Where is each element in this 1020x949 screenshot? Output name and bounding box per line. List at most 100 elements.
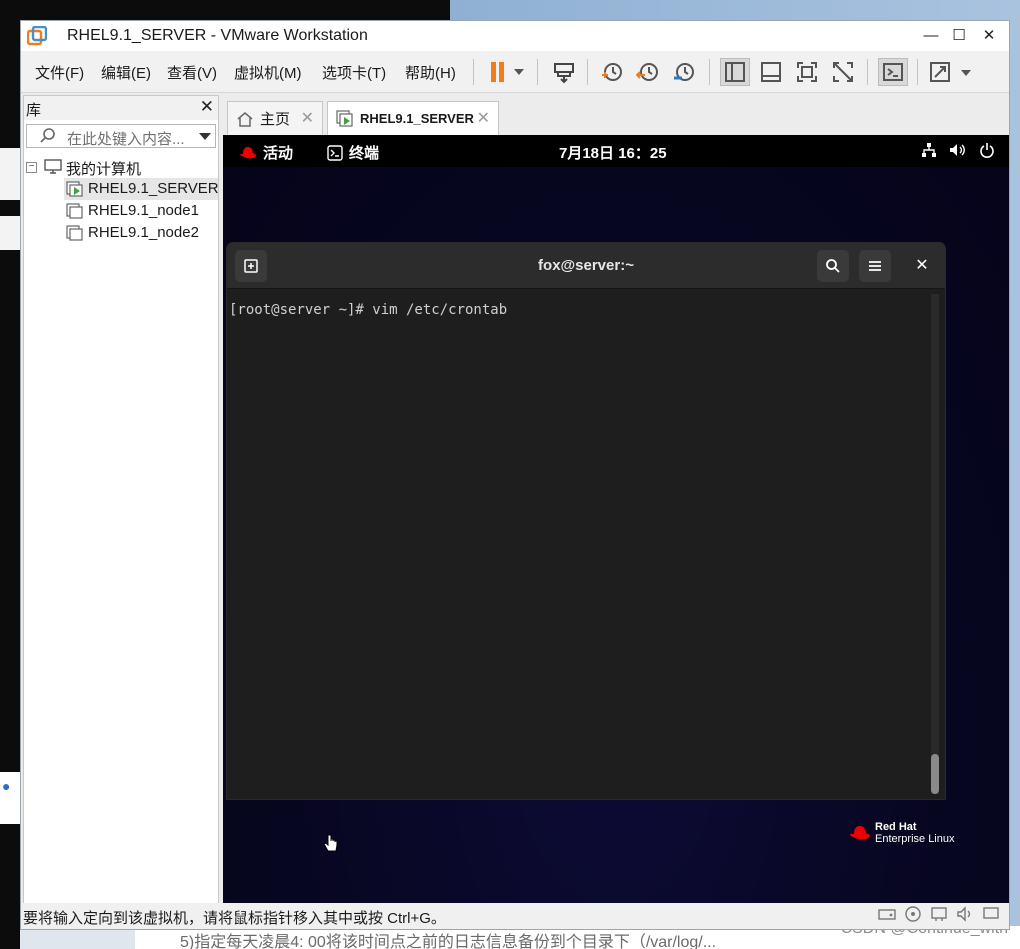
snapshot-manager-button[interactable] — [669, 58, 699, 86]
terminal-menu-button[interactable] — [859, 250, 891, 282]
snapshot-manager-icon — [674, 63, 694, 81]
tab-rhel9-server[interactable]: RHEL9.1_SERVER ✕ — [327, 101, 499, 135]
terminal-output[interactable]: [root@server ~]# vim /etc/crontab — [227, 290, 945, 799]
gnome-top-bar: 活动 终端 7月18日 16：25 — [223, 135, 1009, 167]
tree-item-rhel9-server[interactable]: RHEL9.1_SERVER — [64, 178, 219, 200]
sound-card-icon[interactable] — [955, 905, 975, 923]
hard-disk-icon[interactable] — [877, 905, 897, 923]
tree-item-rhel9-node2[interactable]: RHEL9.1_node2 — [64, 222, 218, 244]
toolbar-separator — [867, 59, 868, 85]
menu-help[interactable]: 帮助(H) — [405, 62, 456, 83]
terminal-close-button[interactable]: ✕ — [911, 255, 933, 277]
app-menu-terminal[interactable]: 终端 — [327, 142, 379, 163]
search-icon — [40, 128, 55, 143]
clock[interactable]: 7月18日 16：25 — [559, 142, 667, 163]
network-icon — [922, 143, 936, 157]
collapse-toggle-icon[interactable]: − — [26, 162, 37, 173]
revert-snapshot-button[interactable] — [633, 58, 663, 86]
system-tray[interactable] — [921, 142, 995, 158]
close-tab-button[interactable]: ✕ — [477, 108, 490, 128]
tree-item-label: 我的计算机 — [66, 161, 142, 178]
brand-line-2: Enterprise Linux — [875, 833, 955, 845]
pause-button[interactable] — [481, 58, 529, 86]
full-screen-button[interactable] — [792, 58, 822, 86]
status-message: 要将输入定向到该虚拟机，请将鼠标指针移入其中或按 Ctrl+G。 — [23, 910, 446, 927]
desktop-background-top — [20, 0, 450, 20]
hamburger-menu-icon — [869, 261, 881, 271]
tree-item-rhel9-node1[interactable]: RHEL9.1_node1 — [64, 200, 218, 222]
stretch-guest-button[interactable] — [927, 58, 977, 86]
desktop-wallpaper-right — [1010, 0, 1020, 949]
volume-icon — [950, 144, 965, 156]
display-icon[interactable] — [981, 905, 1001, 923]
toolbar-separator — [917, 59, 918, 85]
vm-running-icon — [336, 109, 353, 127]
show-library-button[interactable] — [720, 58, 750, 86]
terminal-search-button[interactable] — [817, 250, 849, 282]
activities-button[interactable]: 活动 — [239, 142, 293, 163]
brand-line-1: Red Hat — [875, 821, 917, 833]
vm-running-icon — [66, 181, 83, 197]
close-tab-button[interactable]: ✕ — [301, 108, 314, 128]
pause-icon — [491, 62, 524, 82]
library-header: 库 ✕ — [24, 96, 218, 120]
vmware-window: RHEL9.1_SERVER - VMware Workstation — ☐ … — [20, 20, 1010, 930]
vm-icon — [66, 225, 83, 241]
snapshot-icon — [602, 63, 622, 81]
menu-tabs[interactable]: 选项卡(T) — [322, 62, 386, 83]
vm-icon — [66, 203, 83, 219]
chevron-down-icon[interactable] — [199, 133, 211, 140]
vmware-logo-icon — [27, 26, 47, 46]
terminal-scrollbar[interactable] — [931, 294, 939, 794]
toolbar-separator — [587, 59, 588, 85]
search-icon — [826, 259, 840, 273]
fullscreen-icon — [797, 62, 817, 82]
library-search-input[interactable]: 在此处键入内容... — [26, 124, 216, 148]
tree-item-my-computer[interactable]: − 我的计算机 — [24, 156, 218, 178]
minimize-button[interactable]: — — [917, 24, 945, 48]
background-window-fragment — [0, 216, 22, 250]
tab-label: RHEL9.1_SERVER — [360, 111, 474, 126]
menu-edit[interactable]: 编辑(E) — [101, 62, 151, 83]
user-icon: ● — [2, 778, 11, 794]
power-icon — [980, 143, 994, 158]
terminal-icon — [327, 144, 343, 161]
library-panel: 库 ✕ 在此处键入内容... − 我的计算机 RHEL9.1_SERVER RH… — [23, 95, 219, 927]
terminal-prompt-line: [root@server ~]# vim /etc/crontab — [229, 302, 508, 318]
home-icon — [237, 111, 253, 127]
network-adapter-icon[interactable] — [929, 905, 949, 923]
stretch-icon — [930, 62, 971, 82]
library-search-placeholder: 在此处键入内容... — [67, 131, 185, 148]
library-layout-icon — [725, 62, 745, 82]
tab-bar: 主页 ✕ RHEL9.1_SERVER ✕ — [223, 95, 1009, 135]
terminal-header-bar: fox@server:~ ✕ — [227, 243, 945, 289]
tree-item-label: RHEL9.1_SERVER — [88, 180, 219, 197]
maximize-button[interactable]: ☐ — [945, 24, 973, 48]
unity-icon — [833, 62, 853, 82]
unity-button[interactable] — [828, 58, 858, 86]
terminal-scrollbar-thumb[interactable] — [931, 754, 939, 794]
close-window-button[interactable]: ✕ — [975, 24, 1003, 48]
close-library-button[interactable]: ✕ — [200, 97, 214, 117]
app-menu-label: 终端 — [349, 145, 380, 162]
tree-item-label: RHEL9.1_node1 — [88, 202, 199, 219]
vm-console[interactable]: 活动 终端 7月18日 16：25 fox@server:~ ✕ [root@s… — [223, 135, 1009, 903]
tree-item-label: RHEL9.1_node2 — [88, 224, 199, 241]
take-snapshot-button[interactable] — [597, 58, 627, 86]
send-ctrl-alt-del-button[interactable] — [549, 58, 579, 86]
terminal-window[interactable]: fox@server:~ ✕ [root@server ~]# vim /etc… — [227, 243, 945, 799]
background-window-fragment — [0, 148, 22, 200]
toolbar-separator — [709, 59, 710, 85]
cd-dvd-icon[interactable] — [903, 905, 923, 923]
console-view-button[interactable] — [878, 58, 908, 86]
tab-home[interactable]: 主页 ✕ — [227, 101, 323, 135]
revert-snapshot-icon — [636, 63, 658, 81]
show-thumbnail-bar-button[interactable] — [756, 58, 786, 86]
menu-toolbar: 文件(F) 编辑(E) 查看(V) 虚拟机(M) 选项卡(T) 帮助(H) — [21, 51, 1009, 93]
menu-view[interactable]: 查看(V) — [167, 62, 217, 83]
menu-file[interactable]: 文件(F) — [35, 62, 84, 83]
toolbar-separator — [537, 59, 538, 85]
library-title: 库 — [26, 102, 42, 119]
menu-vm[interactable]: 虚拟机(M) — [234, 62, 302, 83]
device-status-icons — [877, 905, 1001, 923]
